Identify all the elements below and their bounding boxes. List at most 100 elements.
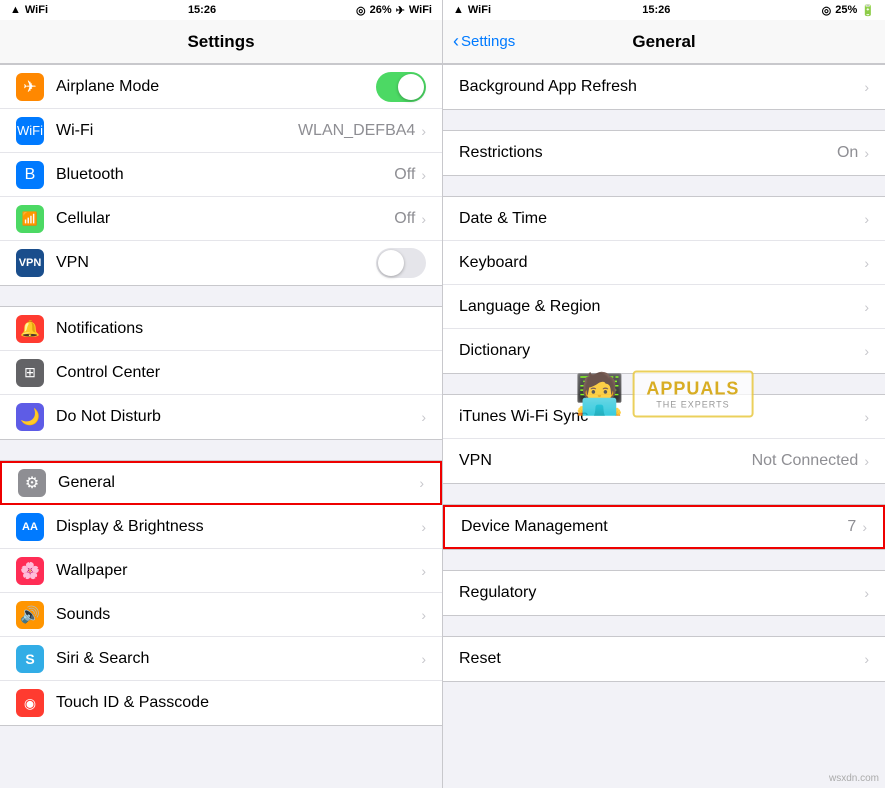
control-center-icon: ⊞ (16, 359, 44, 387)
wallpaper-row[interactable]: 🌸 Wallpaper › (0, 549, 442, 593)
do-not-disturb-row[interactable]: 🌙 Do Not Disturb › (0, 395, 442, 439)
regulatory-label: Regulatory (459, 584, 864, 602)
location-icon: ◎ (356, 4, 366, 17)
airplane-mode-row[interactable]: ✈ Airplane Mode (0, 65, 442, 109)
display-row[interactable]: AA Display & Brightness › (0, 505, 442, 549)
right-wifi-icon: WiFi (468, 4, 491, 16)
reset-label: Reset (459, 650, 864, 668)
regulatory-row[interactable]: Regulatory › (443, 571, 885, 615)
do-not-disturb-chevron: › (421, 409, 426, 425)
background-refresh-chevron: › (864, 79, 869, 95)
do-not-disturb-icon: 🌙 (16, 403, 44, 431)
reset-chevron: › (864, 651, 869, 667)
left-status-bar-content: ▲ WiFi 15:26 ◎ 26% ✈ WiFi (0, 0, 442, 20)
wifi-row[interactable]: WiFi Wi-Fi WLAN_DEFBA4 › (0, 109, 442, 153)
notifications-row[interactable]: 🔔 Notifications (0, 307, 442, 351)
airplane-mode-toggle[interactable] (376, 72, 426, 102)
right-time: 15:26 (642, 4, 670, 16)
left-status-bar: ▲ WiFi 15:26 ◎ 26% ✈ WiFi (0, 0, 442, 20)
device-management-row[interactable]: Device Management 7 › (443, 505, 885, 549)
language-chevron: › (864, 299, 869, 315)
siri-row[interactable]: S Siri & Search › (0, 637, 442, 681)
right-vpn-value: Not Connected (752, 452, 859, 470)
device-management-value: 7 (847, 518, 856, 536)
left-nav-title: Settings (187, 32, 254, 52)
vpn-toggle[interactable] (376, 248, 426, 278)
touchid-row[interactable]: ◉ Touch ID & Passcode (0, 681, 442, 725)
general-chevron: › (419, 475, 424, 491)
back-button[interactable]: ‹ Settings (453, 31, 515, 52)
airplane-mode-icon: ✈ (16, 73, 44, 101)
touchid-icon: ◉ (16, 689, 44, 717)
siri-icon: S (16, 645, 44, 673)
right-screen: 🧑‍💻 APPUALS THE EXPERTS ▲ WiFi 15:26 ◎ 2… (443, 0, 885, 788)
signal-icon: ▲ (10, 4, 21, 16)
regulatory-chevron: › (864, 585, 869, 601)
itunes-section: iTunes Wi-Fi Sync › VPN Not Connected › (443, 394, 885, 484)
cellular-row[interactable]: 📶 Cellular Off › (0, 197, 442, 241)
right-signal-icon: ▲ (453, 4, 464, 16)
language-row[interactable]: Language & Region › (443, 285, 885, 329)
dictionary-row[interactable]: Dictionary › (443, 329, 885, 373)
date-time-row[interactable]: Date & Time › (443, 197, 885, 241)
siri-label: Siri & Search (56, 650, 421, 668)
general-icon: ⚙ (18, 469, 46, 497)
bluetooth-chevron: › (421, 167, 426, 183)
back-label: Settings (461, 33, 515, 50)
right-status-bar: ▲ WiFi 15:26 ◎ 25% 🔋 (443, 0, 885, 20)
right-status-right: ◎ 25% 🔋 (822, 4, 875, 17)
device-management-label: Device Management (461, 518, 847, 536)
right-vpn-row[interactable]: VPN Not Connected › (443, 439, 885, 483)
keyboard-label: Keyboard (459, 254, 864, 272)
reset-row[interactable]: Reset › (443, 637, 885, 681)
notifications-icon: 🔔 (16, 315, 44, 343)
right-settings-list: Background App Refresh › Restrictions On… (443, 64, 885, 788)
left-settings-list: ✈ Airplane Mode WiFi Wi-Fi WLAN_DEFBA4 ›… (0, 64, 442, 788)
wifi2-icon: WiFi (409, 4, 432, 16)
sounds-icon: 🔊 (16, 601, 44, 629)
wsxdn-badge: wsxdn.com (829, 773, 879, 784)
background-refresh-row[interactable]: Background App Refresh › (443, 65, 885, 109)
right-vpn-chevron: › (864, 453, 869, 469)
back-chevron-icon: ‹ (453, 31, 459, 52)
cellular-label: Cellular (56, 210, 394, 228)
sounds-row[interactable]: 🔊 Sounds › (0, 593, 442, 637)
wifi-chevron: › (421, 123, 426, 139)
refresh-section: Background App Refresh › (443, 64, 885, 110)
wallpaper-label: Wallpaper (56, 562, 421, 580)
notifications-section: 🔔 Notifications ⊞ Control Center 🌙 Do No… (0, 306, 442, 440)
restrictions-row[interactable]: Restrictions On › (443, 131, 885, 175)
wallpaper-chevron: › (421, 563, 426, 579)
itunes-sync-row[interactable]: iTunes Wi-Fi Sync › (443, 395, 885, 439)
right-location-icon: ◎ (822, 4, 832, 17)
right-status-left: ▲ WiFi (453, 4, 491, 16)
device-management-chevron: › (862, 519, 867, 535)
wifi-row-icon: WiFi (16, 117, 44, 145)
regulatory-section: Regulatory › (443, 570, 885, 616)
restrictions-value: On (837, 144, 858, 162)
datetime-section: Date & Time › Keyboard › Language & Regi… (443, 196, 885, 374)
vpn-row[interactable]: VPN VPN (0, 241, 442, 285)
bluetooth-icon: B (16, 161, 44, 189)
left-status-right: ◎ 26% ✈ WiFi (356, 4, 432, 17)
system-section: ⚙ General › AA Display & Brightness › 🌸 … (0, 460, 442, 726)
display-chevron: › (421, 519, 426, 535)
restrictions-label: Restrictions (459, 144, 837, 162)
dictionary-label: Dictionary (459, 342, 864, 360)
left-status-left: ▲ WiFi (10, 4, 48, 16)
control-center-row[interactable]: ⊞ Control Center (0, 351, 442, 395)
bluetooth-row[interactable]: B Bluetooth Off › (0, 153, 442, 197)
background-refresh-label: Background App Refresh (459, 78, 864, 96)
cellular-chevron: › (421, 211, 426, 227)
date-time-chevron: › (864, 211, 869, 227)
airplane-icon: ✈ (396, 4, 405, 17)
sounds-label: Sounds (56, 606, 421, 624)
connectivity-section: ✈ Airplane Mode WiFi Wi-Fi WLAN_DEFBA4 ›… (0, 64, 442, 286)
keyboard-row[interactable]: Keyboard › (443, 241, 885, 285)
general-row[interactable]: ⚙ General › (0, 461, 442, 505)
left-nav-bar: Settings (0, 20, 442, 64)
display-icon: AA (16, 513, 44, 541)
left-time: 15:26 (188, 4, 216, 16)
date-time-label: Date & Time (459, 210, 864, 228)
wifi-value: WLAN_DEFBA4 (298, 122, 415, 140)
